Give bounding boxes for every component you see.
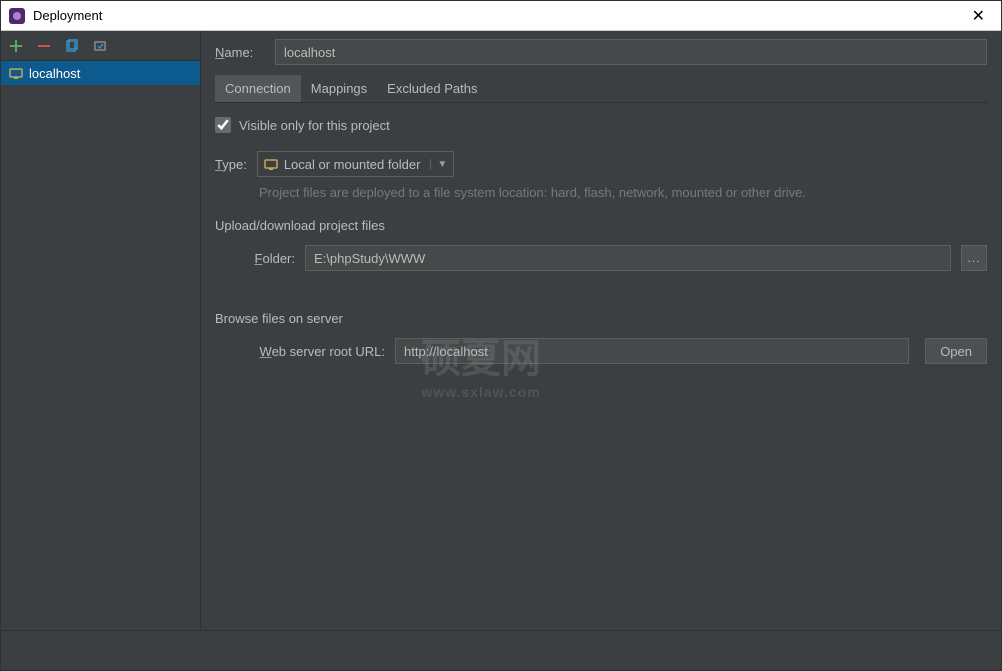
web-root-label: Web server root URL: bbox=[235, 344, 385, 359]
close-button[interactable]: ✕ bbox=[964, 6, 993, 26]
server-item-localhost[interactable]: localhost bbox=[1, 61, 200, 85]
folder-row: Folder: ... bbox=[215, 245, 987, 271]
browse-folder-button[interactable]: ... bbox=[961, 245, 987, 271]
window-title: Deployment bbox=[33, 8, 964, 23]
visible-only-label: Visible only for this project bbox=[239, 118, 390, 133]
titlebar: Deployment ✕ bbox=[1, 1, 1001, 31]
folder-icon bbox=[264, 157, 278, 171]
default-button[interactable] bbox=[91, 37, 109, 55]
sidebar-toolbar bbox=[1, 31, 200, 61]
deployment-dialog: Deployment ✕ bbox=[0, 0, 1002, 671]
copy-button[interactable] bbox=[63, 37, 81, 55]
visible-only-row: Visible only for this project bbox=[215, 117, 987, 133]
upload-section-label: Upload/download project files bbox=[215, 218, 987, 233]
browse-section-label: Browse files on server bbox=[215, 311, 987, 326]
type-row: Type: Local or mounted folder ▼ bbox=[215, 151, 987, 177]
type-select[interactable]: Local or mounted folder ▼ bbox=[257, 151, 455, 177]
name-input[interactable] bbox=[275, 39, 987, 65]
add-button[interactable] bbox=[7, 37, 25, 55]
type-value: Local or mounted folder bbox=[284, 157, 421, 172]
type-label: Type: bbox=[215, 157, 247, 172]
dialog-footer bbox=[1, 630, 1001, 670]
server-list: localhost bbox=[1, 61, 200, 630]
remove-button[interactable] bbox=[35, 37, 53, 55]
tab-connection[interactable]: Connection bbox=[215, 75, 301, 102]
sidebar: localhost bbox=[1, 31, 201, 630]
folder-label: Folder: bbox=[235, 251, 295, 266]
main-panel: Name: Connection Mappings Excluded Paths… bbox=[201, 31, 1001, 630]
tabs: Connection Mappings Excluded Paths bbox=[215, 75, 987, 103]
tab-excluded-paths[interactable]: Excluded Paths bbox=[377, 75, 487, 102]
server-icon bbox=[9, 66, 23, 80]
visible-only-checkbox[interactable] bbox=[215, 117, 231, 133]
type-hint: Project files are deployed to a file sys… bbox=[259, 185, 987, 200]
web-root-input[interactable] bbox=[395, 338, 909, 364]
app-icon bbox=[9, 8, 25, 24]
folder-input[interactable] bbox=[305, 245, 951, 271]
server-item-label: localhost bbox=[29, 66, 80, 81]
chevron-down-icon: ▼ bbox=[430, 159, 447, 170]
tab-content-connection: Visible only for this project Type: Loca… bbox=[215, 103, 987, 376]
name-row: Name: bbox=[215, 39, 987, 65]
tab-mappings[interactable]: Mappings bbox=[301, 75, 377, 102]
open-button[interactable]: Open bbox=[925, 338, 987, 364]
name-label: Name: bbox=[215, 45, 265, 60]
web-root-row: Web server root URL: Open bbox=[215, 338, 987, 364]
dialog-body: localhost Name: Connection Mappings Excl… bbox=[1, 31, 1001, 630]
